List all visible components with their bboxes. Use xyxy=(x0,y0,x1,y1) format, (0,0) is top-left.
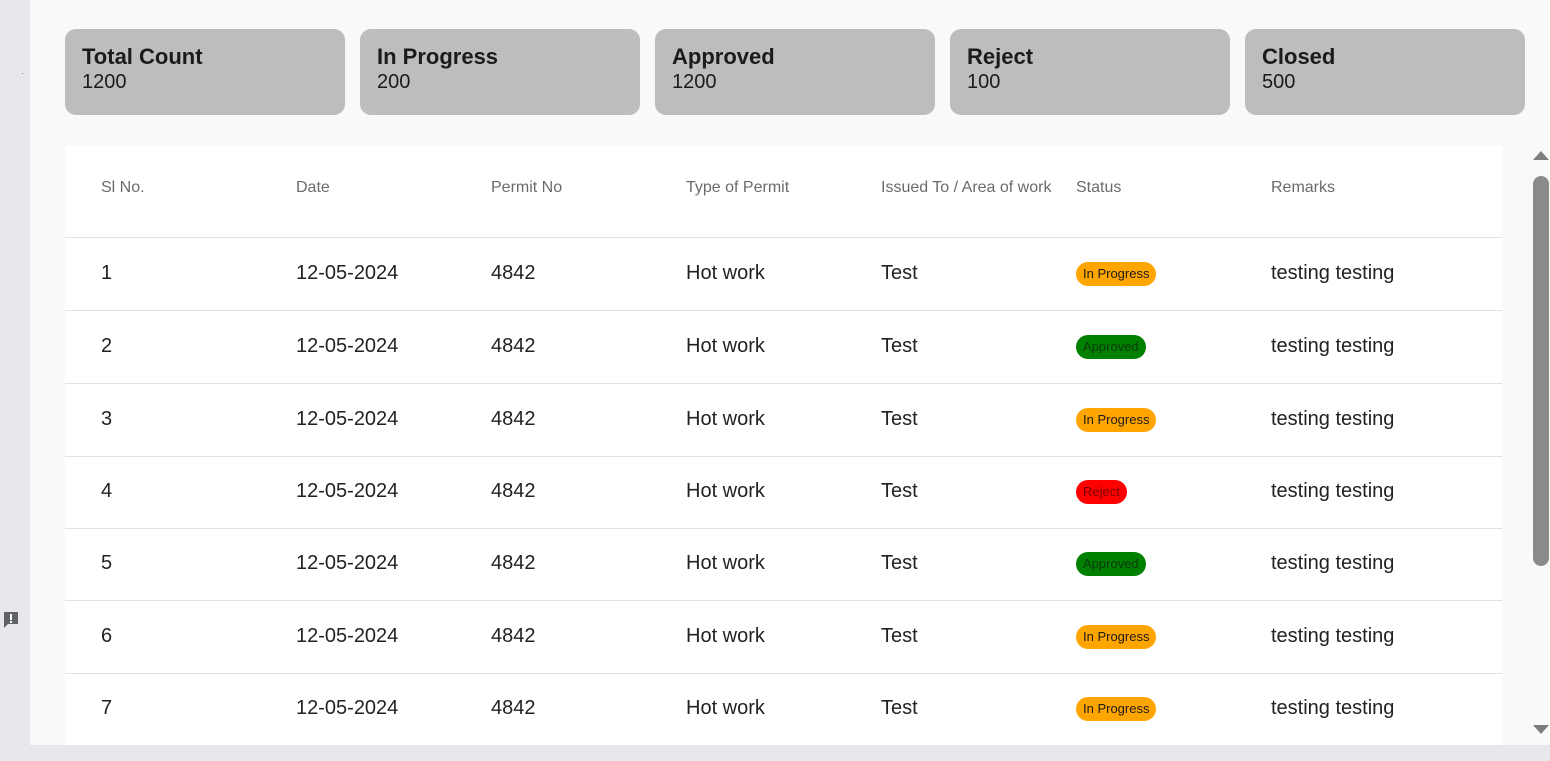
header-sl-no[interactable]: Sl No. xyxy=(101,179,145,197)
cell-issued-to: Test xyxy=(881,408,918,430)
card-value: 100 xyxy=(967,71,1001,93)
cell-permit-no: 4842 xyxy=(491,408,536,430)
cell-date: 12-05-2024 xyxy=(296,625,399,647)
cell-permit-no: 4842 xyxy=(491,552,536,574)
table-row[interactable]: 5 12-05-2024 4842 Hot work Test Approved… xyxy=(65,528,1502,601)
cell-date: 12-05-2024 xyxy=(296,552,399,574)
table-row[interactable]: 1 12-05-2024 4842 Hot work Test In Progr… xyxy=(65,238,1502,311)
cell-date: 12-05-2024 xyxy=(296,697,399,719)
cell-type: Hot work xyxy=(686,408,765,430)
card-total-count[interactable]: Total Count 1200 xyxy=(65,29,345,115)
status-badge: In Progress xyxy=(1076,625,1157,649)
cell-permit-no: 4842 xyxy=(491,625,536,647)
card-value: 500 xyxy=(1262,71,1296,93)
cell-sl-no: 5 xyxy=(101,552,113,574)
table-row[interactable]: 7 12-05-2024 4842 Hot work Test In Progr… xyxy=(65,673,1502,745)
cell-type: Hot work xyxy=(686,697,765,719)
cell-date: 12-05-2024 xyxy=(296,408,399,430)
feedback-icon[interactable] xyxy=(3,611,19,629)
cell-type: Hot work xyxy=(686,480,765,502)
cell-permit-no: 4842 xyxy=(491,335,536,357)
scrollbar-thumb[interactable] xyxy=(1533,176,1549,566)
card-approved[interactable]: Approved 1200 xyxy=(655,29,935,115)
cell-date: 12-05-2024 xyxy=(296,335,399,357)
header-issued-to[interactable]: Issued To / Area of work xyxy=(881,179,1051,197)
cell-issued-to: Test xyxy=(881,552,918,574)
table-header: Sl No. Date Permit No Type of Permit Iss… xyxy=(65,146,1502,238)
card-value: 1200 xyxy=(672,71,717,93)
status-badge: In Progress xyxy=(1076,408,1157,432)
card-title: Total Count xyxy=(82,44,203,69)
card-in-progress[interactable]: In Progress 200 xyxy=(360,29,640,115)
status-badge: Reject xyxy=(1076,480,1127,504)
cell-permit-no: 4842 xyxy=(491,697,536,719)
cell-remarks: testing testing xyxy=(1271,335,1395,357)
cell-type: Hot work xyxy=(686,552,765,574)
card-value: 1200 xyxy=(82,71,127,93)
cell-remarks: testing testing xyxy=(1271,408,1395,430)
cell-sl-no: 7 xyxy=(101,697,113,719)
card-title: Approved xyxy=(672,44,775,69)
header-status[interactable]: Status xyxy=(1076,179,1121,197)
status-badge: In Progress xyxy=(1076,697,1157,721)
cell-sl-no: 1 xyxy=(101,262,113,284)
cell-sl-no: 3 xyxy=(101,408,113,430)
cell-remarks: testing testing xyxy=(1271,697,1395,719)
card-title: Closed xyxy=(1262,44,1336,69)
cell-remarks: testing testing xyxy=(1271,262,1395,284)
card-closed[interactable]: Closed 500 xyxy=(1245,29,1525,115)
cell-type: Hot work xyxy=(686,335,765,357)
card-value: 200 xyxy=(377,71,411,93)
status-badge: In Progress xyxy=(1076,262,1157,286)
main-content: Total Count 1200 In Progress 200 Approve… xyxy=(30,0,1550,745)
divider-dot xyxy=(22,73,23,74)
card-title: Reject xyxy=(967,44,1034,69)
cell-issued-to: Test xyxy=(881,262,918,284)
cell-permit-no: 4842 xyxy=(491,262,536,284)
cell-date: 12-05-2024 xyxy=(296,262,399,284)
cell-remarks: testing testing xyxy=(1271,480,1395,502)
summary-cards: Total Count 1200 In Progress 200 Approve… xyxy=(65,29,1525,115)
table-scrollbar[interactable] xyxy=(1532,146,1550,745)
permit-table: Sl No. Date Permit No Type of Permit Iss… xyxy=(65,146,1502,745)
header-type-of-permit[interactable]: Type of Permit xyxy=(686,179,789,197)
cell-type: Hot work xyxy=(686,262,765,284)
cell-issued-to: Test xyxy=(881,480,918,502)
cell-sl-no: 6 xyxy=(101,625,113,647)
left-gutter xyxy=(0,0,30,761)
header-remarks[interactable]: Remarks xyxy=(1271,179,1335,197)
bottom-strip xyxy=(0,745,1550,761)
cell-permit-no: 4842 xyxy=(491,480,536,502)
card-title: In Progress xyxy=(377,44,499,69)
table-row[interactable]: 6 12-05-2024 4842 Hot work Test In Progr… xyxy=(65,601,1502,674)
cell-sl-no: 2 xyxy=(101,335,113,357)
cell-issued-to: Test xyxy=(881,697,918,719)
card-reject[interactable]: Reject 100 xyxy=(950,29,1230,115)
header-date[interactable]: Date xyxy=(296,179,330,197)
table-row[interactable]: 4 12-05-2024 4842 Hot work Test Reject t… xyxy=(65,456,1502,529)
cell-date: 12-05-2024 xyxy=(296,480,399,502)
cell-remarks: testing testing xyxy=(1271,625,1395,647)
table-row[interactable]: 3 12-05-2024 4842 Hot work Test In Progr… xyxy=(65,384,1502,457)
table-row[interactable]: 2 12-05-2024 4842 Hot work Test Approved… xyxy=(65,311,1502,384)
cell-remarks: testing testing xyxy=(1271,552,1395,574)
header-permit-no[interactable]: Permit No xyxy=(491,179,562,197)
cell-type: Hot work xyxy=(686,625,765,647)
cell-sl-no: 4 xyxy=(101,480,113,502)
scroll-up-arrow-icon[interactable] xyxy=(1533,151,1549,160)
status-badge: Approved xyxy=(1076,335,1146,359)
scroll-down-arrow-icon[interactable] xyxy=(1533,725,1549,734)
status-badge: Approved xyxy=(1076,552,1146,576)
cell-issued-to: Test xyxy=(881,625,918,647)
cell-issued-to: Test xyxy=(881,335,918,357)
